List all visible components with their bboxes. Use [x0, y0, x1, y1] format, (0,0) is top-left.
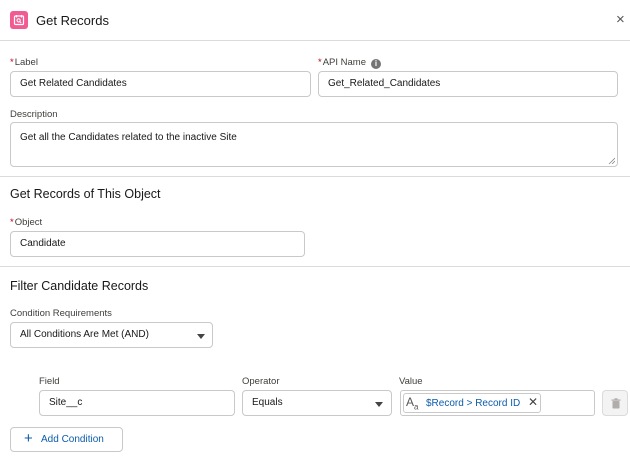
- info-icon[interactable]: i: [371, 59, 381, 69]
- chevron-down-icon: [375, 402, 383, 407]
- add-condition-label: Add Condition: [41, 434, 104, 445]
- description-field-label: Description: [10, 109, 58, 120]
- value-pill: Aa $Record > Record ID ✕: [403, 393, 541, 413]
- label-input[interactable]: Get Related Candidates: [10, 71, 311, 97]
- text-type-icon: Aa: [406, 395, 419, 412]
- condition-value-input[interactable]: Aa $Record > Record ID ✕: [400, 390, 595, 416]
- trash-icon: [611, 398, 621, 409]
- section-divider: [0, 176, 630, 177]
- value-pill-label: $Record > Record ID: [426, 398, 521, 409]
- api-name-input[interactable]: Get_Related_Candidates: [318, 71, 618, 97]
- label-field-label: *Label: [10, 57, 38, 68]
- description-text: Get all the Candidates related to the in…: [20, 132, 237, 143]
- description-textarea[interactable]: Get all the Candidates related to the in…: [10, 122, 618, 167]
- value-column-header: Value: [399, 376, 423, 387]
- plus-icon: +: [24, 430, 33, 447]
- section-divider: [0, 266, 630, 267]
- object-input[interactable]: Candidate: [10, 231, 305, 257]
- modal-header: Get Records ×: [0, 0, 630, 41]
- condition-operator-select[interactable]: Equals: [242, 390, 392, 416]
- delete-condition-button[interactable]: [602, 390, 628, 416]
- modal-title: Get Records: [36, 13, 109, 28]
- condition-requirements-value: All Conditions Are Met (AND): [20, 329, 149, 340]
- field-column-header: Field: [39, 376, 60, 387]
- condition-field-input[interactable]: Site__c: [39, 390, 235, 416]
- api-name-field-label: *API Name i: [318, 57, 381, 69]
- remove-pill-icon[interactable]: ✕: [528, 395, 538, 409]
- object-section-title: Get Records of This Object: [10, 187, 161, 201]
- condition-requirements-label: Condition Requirements: [10, 308, 112, 319]
- add-condition-button[interactable]: + Add Condition: [10, 427, 123, 452]
- resize-grip-icon[interactable]: [608, 157, 615, 164]
- filter-section-title: Filter Candidate Records: [10, 279, 149, 293]
- condition-operator-value: Equals: [252, 397, 283, 408]
- condition-requirements-select[interactable]: All Conditions Are Met (AND): [10, 322, 213, 348]
- close-icon[interactable]: ×: [616, 12, 625, 28]
- operator-column-header: Operator: [242, 376, 280, 387]
- get-records-icon: [10, 11, 28, 29]
- chevron-down-icon: [197, 334, 205, 339]
- object-field-label: *Object: [10, 217, 43, 228]
